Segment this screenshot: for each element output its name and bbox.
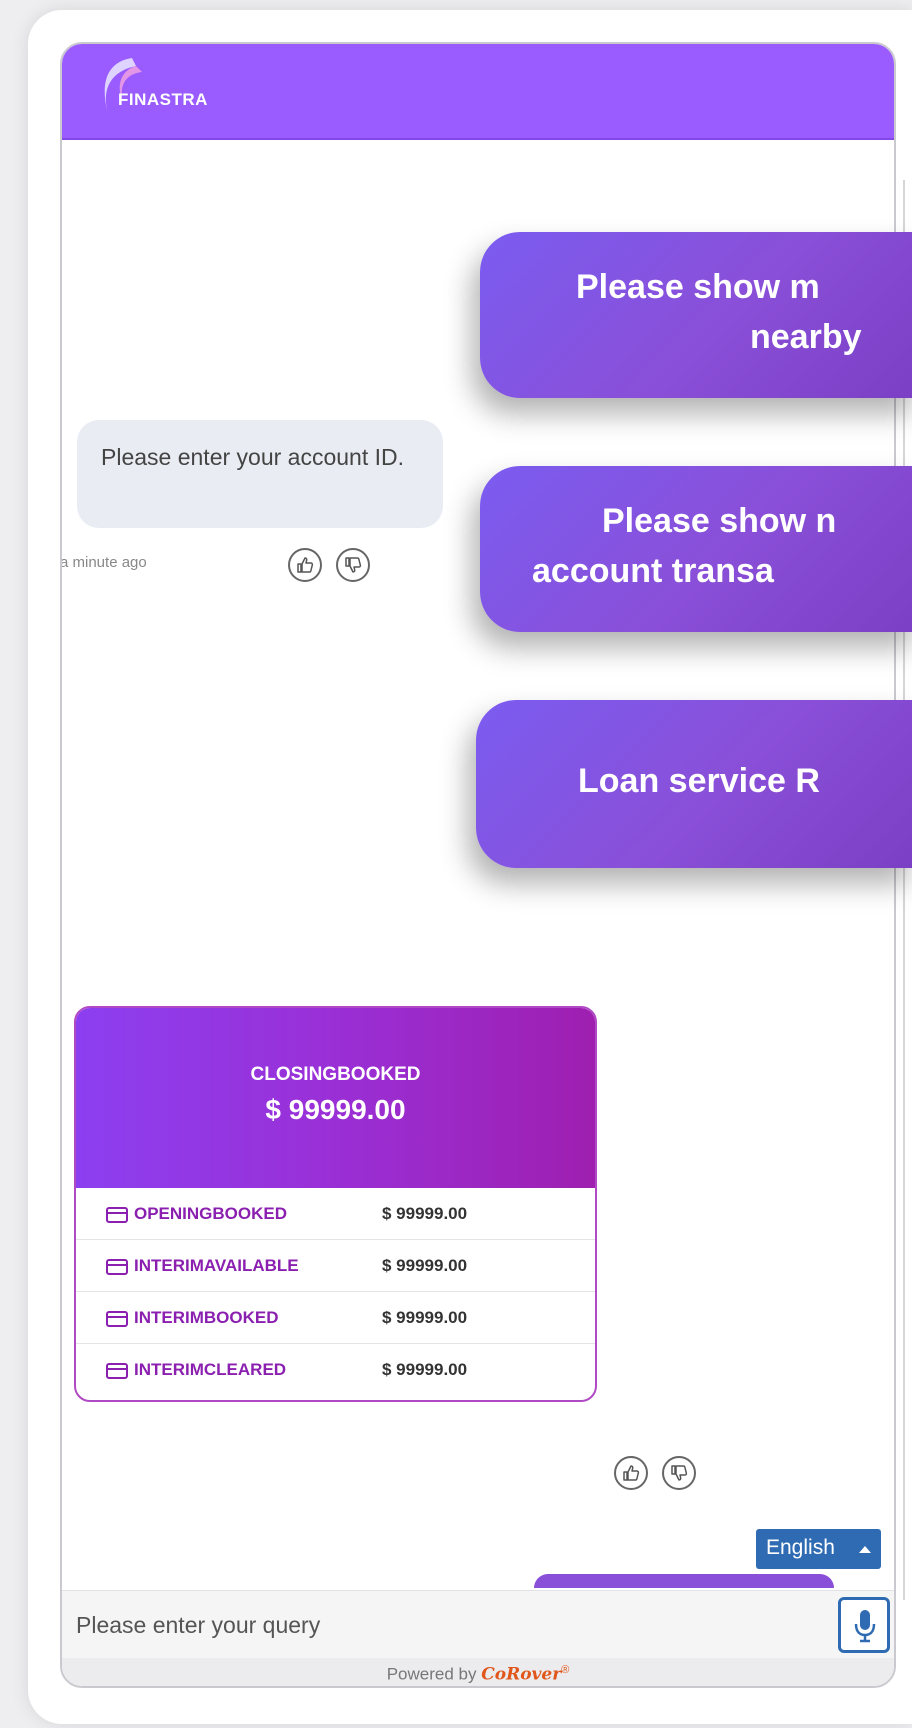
balance-row-label: OPENINGBOOKED [134, 1204, 288, 1223]
logo-swoosh-icon [104, 58, 142, 114]
suggestion-chip-loan[interactable]: Loan service R [476, 700, 912, 868]
microphone-button[interactable] [838, 1597, 890, 1653]
language-label: English [766, 1536, 835, 1559]
suggestion-chip-text: account transa [532, 552, 774, 590]
input-bar [62, 1590, 894, 1658]
partial-suggestion-chip[interactable] [534, 1574, 834, 1588]
thumbs-up-button[interactable] [614, 1456, 648, 1490]
message-timestamp: a minute ago [60, 554, 147, 571]
balance-row: OPENINGBOOKED $ 99999.00 [76, 1188, 595, 1240]
card-icon [106, 1259, 128, 1275]
thumbs-down-button[interactable] [336, 548, 370, 582]
thumbs-down-icon [345, 557, 362, 573]
balance-card: CLOSINGBOOKED $ 99999.00 OPENINGBOOKED $… [74, 1006, 597, 1402]
card-icon [106, 1207, 128, 1223]
thumbs-down-icon [671, 1465, 688, 1481]
suggestion-chip-text: Please show n [602, 502, 837, 540]
chat-header: FINASTRA [62, 44, 894, 140]
card-icon [106, 1311, 128, 1327]
powered-by-text: Powered by [386, 1664, 477, 1684]
balance-row-label: INTERIMBOOKED [134, 1308, 279, 1327]
suggestion-chip-atm[interactable]: Please show m nearby [480, 232, 912, 398]
balance-row-value: $ 99999.00 [382, 1308, 468, 1327]
thumbs-down-button[interactable] [662, 1456, 696, 1490]
suggestion-chip-text: Loan service R [578, 762, 820, 800]
balance-row-value: $ 99999.00 [382, 1204, 468, 1223]
balance-row: INTERIMAVAILABLE $ 99999.00 [76, 1240, 595, 1292]
thumbs-up-icon [623, 1465, 640, 1481]
balance-row: INTERIMCLEARED $ 99999.00 [76, 1344, 595, 1396]
balance-row: INTERIMBOOKED $ 99999.00 [76, 1292, 595, 1344]
caret-up-icon [859, 1546, 871, 1553]
language-dropdown[interactable]: English [756, 1529, 881, 1569]
thumbs-up-button[interactable] [288, 548, 322, 582]
finastra-logo: FINASTRA [92, 54, 262, 124]
suggestion-chip-transactions[interactable]: Please show n account transa [480, 466, 912, 632]
query-input[interactable] [76, 1605, 816, 1645]
balance-row-value: $ 99999.00 [382, 1360, 468, 1379]
microphone-icon [854, 1610, 876, 1643]
bot-message-bubble: Please enter your account ID. [77, 420, 443, 528]
balance-row-label: INTERIMAVAILABLE [134, 1256, 299, 1275]
suggestion-chip-text: nearby [750, 318, 862, 356]
closing-booked-title: CLOSINGBOOKED [250, 1064, 421, 1085]
closing-booked-amount: $ 99999.00 [265, 1094, 406, 1125]
card-icon [106, 1363, 128, 1379]
balance-row-value: $ 99999.00 [382, 1256, 468, 1275]
powered-by-footer: Powered by CoRover® [62, 1658, 894, 1686]
thumbs-up-icon [297, 557, 314, 573]
registered-mark: ® [561, 1664, 570, 1676]
suggestion-chip-text: Please show m [576, 268, 820, 306]
balance-row-label: INTERIMCLEARED [134, 1360, 287, 1379]
corover-brand[interactable]: CoRover [481, 1665, 561, 1685]
bot-message-text: Please enter your account ID. [101, 444, 404, 470]
logo-text: FINASTRA [118, 90, 208, 109]
balance-card-header: CLOSINGBOOKED $ 99999.00 [76, 1008, 595, 1188]
